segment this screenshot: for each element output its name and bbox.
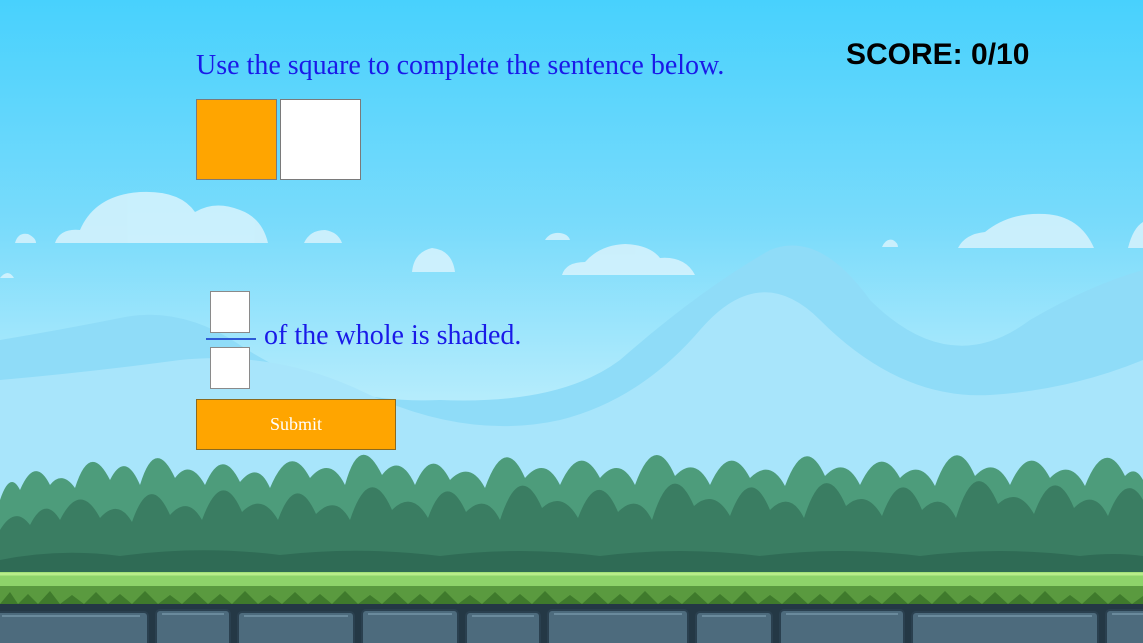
numerator-input[interactable] [210,291,250,333]
fraction-bar [206,338,256,340]
sentence-text: of the whole is shaded. [264,320,522,351]
submit-button[interactable]: Submit [196,399,396,450]
landscape-illustration [0,191,1143,643]
fraction-model-shaded-part [196,99,277,180]
clouds [0,191,1143,278]
game-background [0,0,1143,643]
fraction-model-unshaded-part [280,99,361,180]
score-display: SCORE: 0/10 [846,38,1030,71]
question-prompt: Use the square to complete the sentence … [196,50,725,81]
denominator-input[interactable] [210,347,250,389]
